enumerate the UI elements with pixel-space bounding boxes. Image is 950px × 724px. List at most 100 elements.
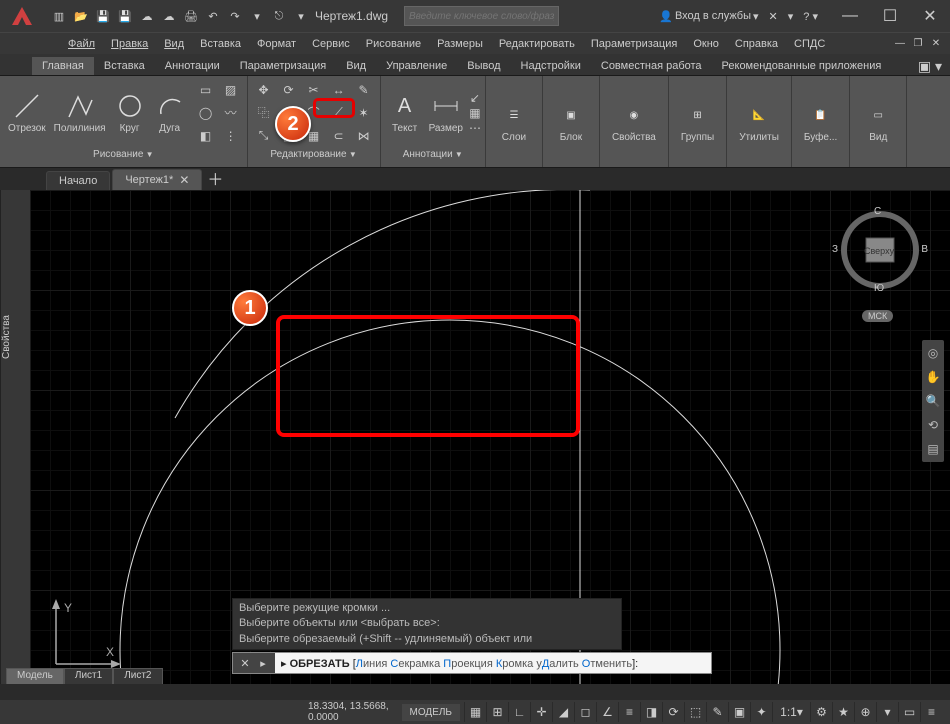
status-workspace-icon[interactable]: ⊕ (854, 702, 876, 722)
rotate-icon[interactable]: ⟳ (277, 79, 301, 101)
qat-dropdown-icon[interactable]: ▾ (246, 5, 268, 27)
command-line[interactable]: ✕ ▸ ▸ ОБРЕЗАТЬ [Линия Секрамка Проекция … (232, 652, 712, 674)
line-button[interactable]: Отрезок (4, 89, 50, 136)
region-icon[interactable]: ◧ (194, 125, 218, 147)
app-logo[interactable] (2, 1, 42, 31)
status-selection-icon[interactable]: ▣ (728, 702, 750, 722)
minimize-button[interactable]: — (830, 0, 870, 32)
status-cleanscreen-icon[interactable]: ▭ (898, 702, 920, 722)
tab-featured[interactable]: Рекомендованные приложения (712, 57, 892, 75)
status-3dosnap-icon[interactable]: ⬚ (684, 702, 706, 722)
menu-dimension[interactable]: Размеры (429, 36, 491, 52)
tab-view[interactable]: Вид (336, 57, 376, 75)
table-icon[interactable]: ▦ (469, 106, 481, 120)
spline-icon[interactable]: 〰 (219, 102, 243, 124)
layout-tab-sheet2[interactable]: Лист2 (113, 668, 162, 684)
layout-tab-sheet1[interactable]: Лист1 (64, 668, 113, 684)
ellipse-icon[interactable]: ◯ (194, 102, 218, 124)
cmd-close-icon[interactable]: ✕ (237, 657, 253, 670)
menu-tools[interactable]: Сервис (304, 36, 358, 52)
explode-icon[interactable]: ✶ (352, 102, 376, 124)
clipboard-button[interactable]: 📋Буфе... (800, 98, 841, 145)
menu-file[interactable]: Файл (60, 36, 103, 52)
autodesk-app-icon[interactable]: ✕ (767, 8, 780, 25)
mdi-restore[interactable]: ❐ (910, 37, 926, 51)
status-osnap-icon[interactable]: ◻ (574, 702, 596, 722)
menu-format[interactable]: Формат (249, 36, 304, 52)
tab-output[interactable]: Вывод (457, 57, 510, 75)
view-cube[interactable]: С Ю З В Сверху МСК (840, 210, 920, 290)
status-gizmo-icon[interactable]: ✦ (750, 702, 772, 722)
menu-help[interactable]: Справка (727, 36, 786, 52)
properties-palette[interactable]: Свойства (0, 190, 30, 684)
file-tab-doc[interactable]: Чертеж1*✕ (112, 169, 202, 190)
tab-home[interactable]: Главная (32, 57, 94, 75)
view-button[interactable]: ▭Вид (858, 98, 898, 145)
drawing-canvas[interactable]: Свойства Y X С Ю З В Сверху МСК ◎ ✋ 🔍 ⟲ … (0, 190, 950, 684)
cloud-open-icon[interactable]: ☁ (136, 5, 158, 27)
save-icon[interactable]: 💾 (92, 5, 114, 27)
arc-button[interactable]: Дуга (150, 89, 190, 136)
status-cycling-icon[interactable]: ⟳ (662, 702, 684, 722)
layers-button[interactable]: ☰Слои (494, 98, 534, 145)
status-dynamic-icon[interactable]: ✎ (706, 702, 728, 722)
help-icon[interactable]: ? ▾ (801, 8, 820, 25)
block-button[interactable]: ▣Блок (551, 98, 591, 145)
scale-icon[interactable]: ◱ (277, 125, 301, 147)
new-icon[interactable]: ▥ (48, 5, 70, 27)
status-snap-icon[interactable]: ⊞ (486, 702, 508, 722)
mdi-close[interactable]: ✕ (928, 37, 944, 51)
extend-icon[interactable]: ↔ (327, 79, 351, 101)
menu-insert[interactable]: Вставка (192, 36, 249, 52)
redo-icon[interactable]: ↷ (224, 5, 246, 27)
join-icon[interactable]: ⋈ (352, 125, 376, 147)
user-menu[interactable]: 👤 Вход в службы ▾ (657, 8, 760, 25)
stretch-icon[interactable]: ⤡ (252, 125, 276, 147)
nav-wheel-icon[interactable]: ◎ (924, 342, 942, 364)
menu-spds[interactable]: СПДС (786, 36, 833, 52)
status-model-toggle[interactable]: МОДЕЛЬ (402, 704, 460, 721)
status-grid-icon[interactable]: ▦ (464, 702, 486, 722)
close-tab-icon[interactable]: ✕ (179, 173, 189, 187)
status-ortho-icon[interactable]: ∟ (508, 702, 530, 722)
groups-button[interactable]: ⊞Группы (677, 98, 718, 145)
nav-showmotion-icon[interactable]: ▤ (924, 438, 942, 460)
status-transparency-icon[interactable]: ◨ (640, 702, 662, 722)
nav-orbit-icon[interactable]: ⟲ (924, 414, 942, 436)
saveas-icon[interactable]: 💾 (114, 5, 136, 27)
properties-button[interactable]: ◉Свойства (608, 98, 660, 145)
tab-manage[interactable]: Управление (376, 57, 457, 75)
menu-draw[interactable]: Рисование (358, 36, 429, 52)
hatch-icon[interactable]: ▨ (219, 79, 243, 101)
circle-button[interactable]: Круг (110, 89, 150, 136)
tab-addins[interactable]: Надстройки (511, 57, 591, 75)
menu-view[interactable]: Вид (156, 36, 192, 52)
maximize-button[interactable]: ☐ (870, 0, 910, 32)
file-tab-start[interactable]: Начало (46, 171, 110, 190)
search-input[interactable] (404, 6, 559, 26)
menu-window[interactable]: Окно (685, 36, 727, 52)
rectangle-icon[interactable]: ▭ (194, 79, 218, 101)
nav-pan-icon[interactable]: ✋ (924, 366, 942, 388)
move-icon[interactable]: ✥ (252, 79, 276, 101)
status-gear-icon[interactable]: ⚙ (810, 702, 832, 722)
viewcube-wcs[interactable]: МСК (862, 310, 893, 322)
undo-icon[interactable]: ↶ (202, 5, 224, 27)
app-store-icon[interactable]: ▾ (786, 8, 796, 25)
nav-zoom-icon[interactable]: 🔍 (924, 390, 942, 412)
status-annotation-monitor-icon[interactable]: ▾ (876, 702, 898, 722)
cmd-recent-icon[interactable]: ▸ (255, 657, 271, 670)
tab-parametric[interactable]: Параметризация (230, 57, 336, 75)
cloud-save-icon[interactable]: ☁ (158, 5, 180, 27)
status-annotation-visibility-icon[interactable]: ★ (832, 702, 854, 722)
tab-insert[interactable]: Вставка (94, 57, 155, 75)
text-button[interactable]: AТекст (385, 89, 425, 136)
point-icon[interactable]: ⋮ (219, 125, 243, 147)
status-lineweight-icon[interactable]: ≡ (618, 702, 640, 722)
mirror-icon[interactable]: ⇄ (277, 102, 301, 124)
plot-icon[interactable]: 🖨 (180, 5, 202, 27)
erase-icon[interactable]: ✎ (352, 79, 376, 101)
array-icon[interactable]: ▦ (302, 125, 326, 147)
viewcube-face-top[interactable]: Сверху (864, 246, 894, 256)
offset-icon[interactable]: ⊂ (327, 125, 351, 147)
